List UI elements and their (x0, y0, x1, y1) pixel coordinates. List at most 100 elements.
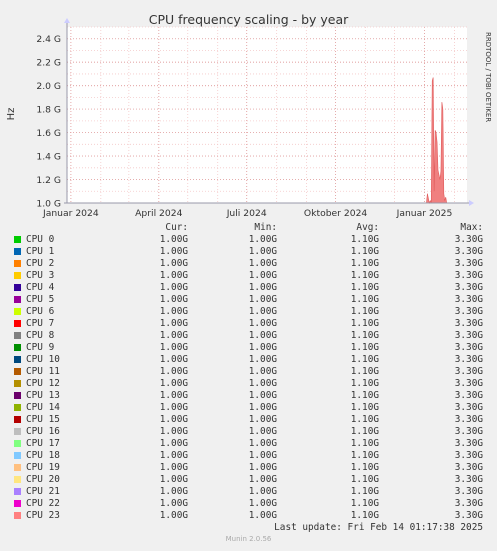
legend-max-value: 3.30G (454, 414, 483, 425)
legend-swatch (14, 392, 21, 399)
legend-cur-value: 1.00G (159, 498, 188, 509)
legend-min-value: 1.00G (248, 270, 277, 281)
legend-swatch (14, 248, 21, 255)
legend-cur-value: 1.00G (159, 270, 188, 281)
last-update: Last update: Fri Feb 14 01:17:38 2025 (274, 522, 483, 533)
x-tick-label: Januar 2025 (396, 208, 453, 219)
legend-swatch (14, 428, 21, 435)
legend-row: CPU 19 1.00G 1.00G 1.10G 3.30G (12, 462, 487, 474)
legend-avg-value: 1.10G (350, 510, 379, 521)
legend-avg-value: 1.10G (350, 438, 379, 449)
legend-min-value: 1.00G (248, 450, 277, 461)
legend-max-value: 3.30G (454, 462, 483, 473)
y-tick-labels: 1.0 G1.2 G1.4 G1.6 G1.8 G2.0 G2.2 G2.4 G (36, 34, 61, 209)
legend-cur-value: 1.00G (159, 258, 188, 269)
x-tick-label: Januar 2024 (42, 208, 99, 219)
legend-max-value: 3.30G (454, 234, 483, 245)
legend-min-value: 1.00G (248, 306, 277, 317)
legend-row: CPU 9 1.00G 1.00G 1.10G 3.30G (12, 342, 487, 354)
legend-swatch (14, 284, 21, 291)
legend-row: CPU 6 1.00G 1.00G 1.10G 3.30G (12, 306, 487, 318)
legend-max-value: 3.30G (454, 438, 483, 449)
legend-cur-value: 1.00G (159, 282, 188, 293)
legend-max-value: 3.30G (454, 258, 483, 269)
legend-avg-value: 1.10G (350, 246, 379, 257)
legend-row: CPU 17 1.00G 1.00G 1.10G 3.30G (12, 438, 487, 450)
legend-cur-value: 1.00G (159, 486, 188, 497)
legend-row: CPU 15 1.00G 1.00G 1.10G 3.30G (12, 414, 487, 426)
legend-cur-value: 1.00G (159, 390, 188, 401)
y-tick-label: 1.8 G (36, 105, 61, 116)
x-tick-label: Oktober 2024 (304, 208, 367, 219)
legend-row: CPU 20 1.00G 1.00G 1.10G 3.30G (12, 474, 487, 486)
legend-cur-value: 1.00G (159, 402, 188, 413)
legend-series-name: CPU 13 (26, 390, 60, 401)
legend-min-value: 1.00G (248, 510, 277, 521)
legend-swatch (14, 308, 21, 315)
plot-area (67, 27, 467, 203)
legend-row: CPU 16 1.00G 1.00G 1.10G 3.30G (12, 426, 487, 438)
rrdtool-watermark: RRDTOOL / TOBI OETIKER (484, 32, 492, 122)
legend-cur-value: 1.00G (159, 246, 188, 257)
legend-avg-value: 1.10G (350, 474, 379, 485)
legend-series-name: CPU 7 (26, 318, 55, 329)
legend-min-value: 1.00G (248, 414, 277, 425)
legend-min-value: 1.00G (248, 330, 277, 341)
legend-series-name: CPU 10 (26, 354, 60, 365)
legend-max-value: 3.30G (454, 342, 483, 353)
legend-series-name: CPU 11 (26, 366, 60, 377)
legend-series-name: CPU 16 (26, 426, 60, 437)
legend-avg-value: 1.10G (350, 294, 379, 305)
legend-avg-value: 1.10G (350, 270, 379, 281)
legend-min-value: 1.00G (248, 474, 277, 485)
legend-cur-value: 1.00G (159, 462, 188, 473)
x-tick-label: Juli 2024 (226, 208, 267, 219)
legend-max-value: 3.30G (454, 426, 483, 437)
legend-min-value: 1.00G (248, 246, 277, 257)
legend-avg-value: 1.10G (350, 498, 379, 509)
legend-row: CPU 11 1.00G 1.00G 1.10G 3.30G (12, 366, 487, 378)
chart-title: CPU frequency scaling - by year (149, 12, 349, 27)
legend-cur-value: 1.00G (159, 414, 188, 425)
legend-swatch (14, 368, 21, 375)
legend-row: CPU 7 1.00G 1.00G 1.10G 3.30G (12, 318, 487, 330)
legend-series-name: CPU 23 (26, 510, 60, 521)
legend-max-value: 3.30G (454, 474, 483, 485)
legend-max-value: 3.30G (454, 294, 483, 305)
legend-swatch (14, 272, 21, 279)
legend-row: CPU 10 1.00G 1.00G 1.10G 3.30G (12, 354, 487, 366)
legend-cur-value: 1.00G (159, 306, 188, 317)
legend-cur-value: 1.00G (159, 450, 188, 461)
legend-max-value: 3.30G (454, 510, 483, 521)
legend-series-name: CPU 0 (26, 234, 55, 245)
x-tick-label: April 2024 (135, 208, 182, 219)
legend-series-name: CPU 1 (26, 246, 55, 257)
legend-row: CPU 1 1.00G 1.00G 1.10G 3.30G (12, 246, 487, 258)
legend-row: CPU 22 1.00G 1.00G 1.10G 3.30G (12, 498, 487, 510)
legend-cur-value: 1.00G (159, 438, 188, 449)
legend-series-name: CPU 17 (26, 438, 60, 449)
legend-swatch (14, 476, 21, 483)
legend-swatch (14, 464, 21, 471)
legend-series-name: CPU 18 (26, 450, 60, 461)
legend-avg-value: 1.10G (350, 258, 379, 269)
legend-avg-value: 1.10G (350, 318, 379, 329)
legend-row: CPU 3 1.00G 1.00G 1.10G 3.30G (12, 270, 487, 282)
y-tick-label: 2.0 G (36, 81, 61, 92)
legend-min-value: 1.00G (248, 438, 277, 449)
legend-row: CPU 13 1.00G 1.00G 1.10G 3.30G (12, 390, 487, 402)
legend-swatch (14, 332, 21, 339)
legend-series-name: CPU 22 (26, 498, 60, 509)
legend-min-value: 1.00G (248, 366, 277, 377)
legend-max-value: 3.30G (454, 270, 483, 281)
legend-max-value: 3.30G (454, 366, 483, 377)
legend-swatch (14, 236, 21, 243)
header-cur: Cur: (165, 222, 188, 233)
legend-swatch (14, 440, 21, 447)
legend-min-value: 1.00G (248, 402, 277, 413)
legend-max-value: 3.30G (454, 246, 483, 257)
legend-series-name: CPU 2 (26, 258, 55, 269)
legend-series-name: CPU 3 (26, 270, 55, 281)
legend-series-name: CPU 6 (26, 306, 55, 317)
y-axis-label: Hz (6, 108, 17, 121)
